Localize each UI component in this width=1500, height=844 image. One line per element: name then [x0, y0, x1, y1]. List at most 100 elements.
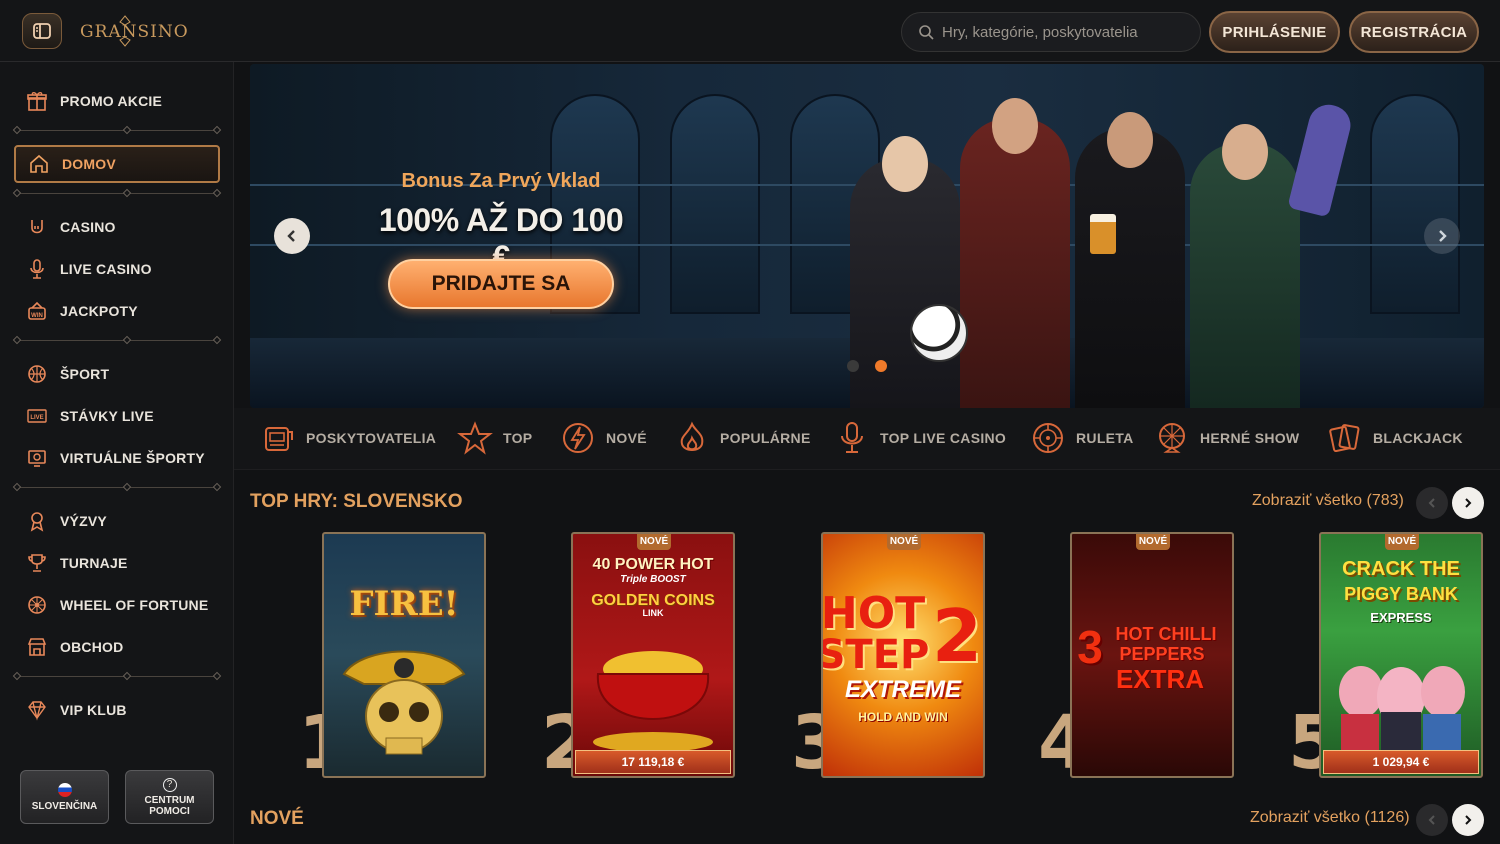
category-popular[interactable]: POPULÁRNE — [674, 420, 811, 456]
medal-icon — [30, 512, 44, 532]
new-badge: NOVÉ — [1136, 534, 1170, 550]
sidebar-item-live-bets[interactable]: LIVE STÁVKY LIVE — [14, 397, 220, 435]
diamond-icon — [28, 701, 46, 721]
new-games-title: NOVÉ — [250, 808, 304, 829]
sidebar-item-label: DOMOV — [62, 156, 116, 172]
search-input[interactable] — [942, 23, 1182, 41]
cards-icon — [1329, 424, 1360, 453]
sidebar-item-label: STÁVKY LIVE — [60, 408, 154, 424]
flame-icon — [680, 421, 704, 451]
language-label: SLOVENČINA — [31, 800, 98, 812]
microphone-icon — [841, 422, 863, 453]
lightning-icon — [563, 423, 593, 453]
sidebar-item-vip-club[interactable]: VIP KLUB — [14, 691, 220, 729]
sidebar-item-label: TURNAJE — [60, 555, 128, 571]
sidebar-item-jackpots[interactable]: WIN JACKPOTY — [14, 292, 220, 330]
help-label-line1: CENTRUM — [144, 794, 195, 806]
sidebar-item-home[interactable]: DOMOV — [14, 145, 220, 183]
chevron-left-icon — [287, 230, 295, 242]
svg-text:LIVE: LIVE — [30, 415, 43, 421]
game-title-line4: EXTRA — [1115, 664, 1205, 694]
language-button[interactable]: SLOVENČINA — [20, 770, 109, 824]
category-label: POSKYTOVATELIA — [306, 430, 437, 446]
slovak-flag-icon — [57, 782, 72, 797]
banner-next-button[interactable] — [1424, 218, 1460, 254]
logo[interactable]: GRANSINO — [80, 14, 188, 48]
game-card-3-hot-chilli-peppers[interactable]: NOVÉ 3 HOT CHILLI PEPPERS EXTRA — [1070, 532, 1234, 778]
sidebar-item-casino[interactable]: CASINO — [14, 208, 220, 246]
category-new[interactable]: NOVÉ — [560, 420, 647, 456]
help-center-button[interactable]: ? CENTRUM POMOCI — [125, 770, 214, 824]
chevron-right-icon — [1465, 498, 1472, 508]
sidebar-toggle-button[interactable] — [22, 13, 62, 49]
sidebar-divider — [12, 125, 222, 135]
top-games-next-button[interactable] — [1452, 487, 1484, 519]
category-label: BLACKJACK — [1373, 430, 1463, 446]
sidebar-item-promo[interactable]: PROMO AKCIE — [14, 82, 220, 120]
sidebar-item-sport[interactable]: ŠPORT — [14, 355, 220, 393]
game-card-40-power-hot[interactable]: NOVÉ 40 POWER HOT Triple BOOST GOLDEN CO… — [571, 532, 735, 778]
category-label: RULETA — [1076, 430, 1134, 446]
new-badge: NOVÉ — [887, 534, 921, 550]
banner-prev-button[interactable] — [274, 218, 310, 254]
slot-machine-icon — [265, 427, 293, 451]
question-icon: ? — [162, 777, 177, 792]
game-card-hot-step-2[interactable]: NOVÉ HOT STEP 2 EXTREME HOLD AND WIN — [821, 532, 985, 778]
sidebar-item-shop[interactable]: OBCHOD — [14, 628, 220, 666]
sidebar-item-label: ŠPORT — [60, 366, 110, 382]
new-games-prev-button[interactable] — [1416, 804, 1448, 836]
register-button[interactable]: REGISTRÁCIA — [1349, 11, 1479, 53]
join-button[interactable]: PRIDAJTE SA — [388, 259, 614, 309]
sidebar: PROMO AKCIE DOMOV CASINO LIVE CASINO WIN… — [0, 62, 234, 844]
sidebar-item-label: WHEEL OF FORTUNE — [60, 597, 209, 613]
banner-characters-image — [810, 84, 1370, 408]
category-label: TOP LIVE CASINO — [880, 430, 1007, 446]
chevron-right-icon — [1439, 230, 1447, 242]
category-top-live-casino[interactable]: TOP LIVE CASINO — [834, 420, 1006, 456]
sidebar-item-challenges[interactable]: VÝZVY — [14, 502, 220, 540]
category-top[interactable]: TOP — [457, 420, 532, 456]
jackpot-amount: 17 119,18 € — [575, 750, 731, 774]
new-games-view-all-link[interactable]: Zobraziť všetko (1126) — [1250, 809, 1410, 827]
category-game-shows[interactable]: HERNÉ SHOW — [1154, 420, 1299, 456]
star-icon — [457, 421, 493, 455]
promo-banner[interactable]: Bonus Za Prvý Vklad 100% AŽ DO 100 € PRI… — [250, 64, 1484, 408]
top-games-prev-button[interactable] — [1416, 487, 1448, 519]
pirate-skull-image — [342, 650, 466, 755]
jackpot-icon: WIN — [28, 301, 46, 320]
sidebar-divider — [12, 671, 222, 681]
login-button[interactable]: PRIHLÁSENIE — [1209, 11, 1340, 53]
game-card-crack-the-piggy-bank[interactable]: NOVÉ CRACK THE PIGGY BANK EXPRESS 1 029,… — [1319, 532, 1483, 778]
chevron-right-icon — [1465, 815, 1472, 825]
new-games-next-button[interactable] — [1452, 804, 1484, 836]
sidebar-divider — [12, 335, 222, 345]
gift-icon — [27, 92, 47, 111]
game-title-line3: PEPPERS — [1119, 644, 1205, 664]
beer-glass-image — [1090, 214, 1116, 254]
sidebar-item-virtual-sports[interactable]: VIRTUÁLNE ŠPORTY — [14, 439, 220, 477]
basketball-icon — [28, 365, 46, 383]
category-roulette[interactable]: RULETA — [1030, 420, 1134, 456]
game-title-line5: HOLD AND WIN — [858, 710, 948, 724]
gold-pot-image — [593, 651, 713, 752]
search-icon — [919, 25, 934, 40]
sidebar-item-tournaments[interactable]: TURNAJE — [14, 544, 220, 582]
category-providers[interactable]: POSKYTOVATELIA — [260, 420, 436, 456]
slide-dot-2[interactable] — [875, 360, 887, 372]
slide-dot-1[interactable] — [847, 360, 859, 372]
top-bar: GRANSINO PRIHLÁSENIE REGISTRÁCIA — [0, 0, 1500, 62]
live-icon: LIVE — [27, 409, 47, 423]
banner-background-arch — [1370, 94, 1460, 314]
game-title: FIRE! — [349, 584, 459, 624]
sidebar-divider — [12, 482, 222, 492]
wheel-icon — [1159, 423, 1185, 453]
sidebar-item-wheel-of-fortune[interactable]: WHEEL OF FORTUNE — [14, 586, 220, 624]
search-box[interactable] — [901, 12, 1201, 52]
sidebar-item-label: VIP KLUB — [60, 702, 127, 718]
top-games-view-all-link[interactable]: Zobraziť všetko (783) — [1252, 492, 1404, 510]
game-card-fire[interactable]: FIRE! — [322, 532, 486, 778]
chevron-left-icon — [1428, 815, 1435, 825]
sidebar-item-label: OBCHOD — [60, 639, 124, 655]
category-blackjack[interactable]: BLACKJACK — [1327, 420, 1463, 456]
sidebar-item-live-casino[interactable]: LIVE CASINO — [14, 250, 220, 288]
